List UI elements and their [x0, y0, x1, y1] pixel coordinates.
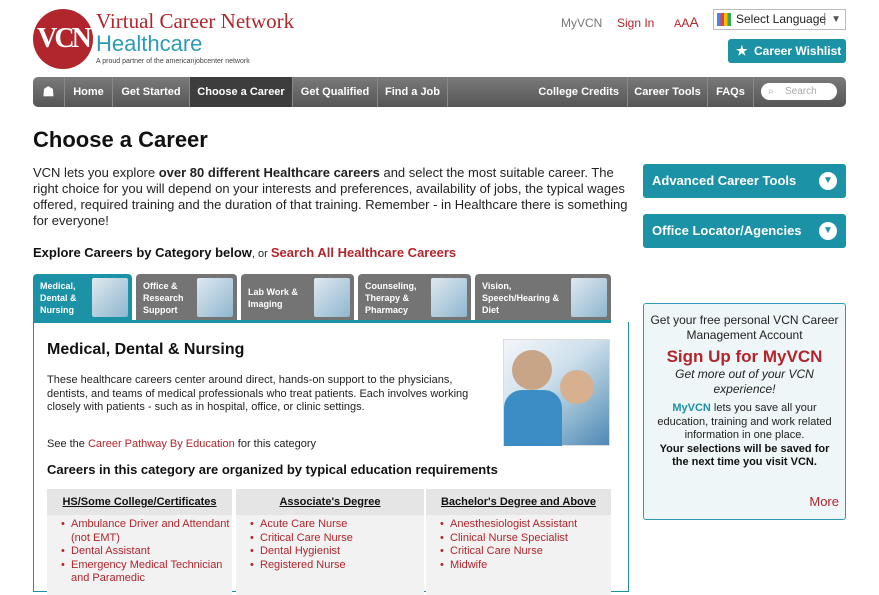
- nav-get-qualified[interactable]: Get Qualified: [293, 77, 378, 107]
- search-placeholder: Search: [785, 86, 817, 97]
- nav-get-started[interactable]: Get Started: [113, 77, 190, 107]
- career-link[interactable]: Critical Care Nurse: [440, 545, 611, 559]
- search-icon: ⌕: [768, 86, 774, 97]
- career-pathway-line: See the Career Pathway By Education for …: [47, 438, 316, 450]
- explore-line: Explore Careers by Category below, or Se…: [33, 245, 456, 260]
- office-locator-button[interactable]: Office Locator/Agencies ▼: [643, 214, 846, 248]
- tab-lab-work-imaging[interactable]: Lab Work & Imaging: [241, 274, 354, 322]
- tab-label: Lab Work & Imaging: [248, 287, 298, 309]
- tab-label: Medical, Dental & Nursing: [40, 281, 77, 315]
- career-list: Ambulance Driver and Attendant (not EMT)…: [47, 515, 232, 595]
- intro-bold: over 80 different Healthcare careers: [158, 165, 380, 180]
- nav-find-a-job[interactable]: Find a Job: [378, 77, 448, 107]
- office-locator-label: Office Locator/Agencies: [652, 223, 802, 238]
- tab-counseling-therapy-pharmacy[interactable]: Counseling, Therapy & Pharmacy: [358, 274, 471, 322]
- brand-healthcare[interactable]: Healthcare: [96, 31, 202, 57]
- photo-shape-1: [512, 350, 552, 390]
- career-link[interactable]: Midwife: [440, 559, 611, 573]
- myvcn-promo-box: Get your free personal VCN Career Manage…: [643, 303, 846, 520]
- career-pathway-link[interactable]: Career Pathway By Education: [88, 438, 235, 450]
- explore-or: , or: [251, 248, 271, 260]
- pathway-post: for this category: [234, 438, 317, 450]
- tab-medical-dental-nursing[interactable]: Medical, Dental & Nursing: [33, 274, 132, 322]
- promo-myvcn: MyVCN: [672, 402, 711, 414]
- education-column-associate: Associate's Degree Acute Care Nurse Crit…: [236, 489, 424, 595]
- language-select[interactable]: Select Language │ ▼: [713, 9, 846, 30]
- pathway-pre: See the: [47, 438, 88, 450]
- nav-career-tools[interactable]: Career Tools: [628, 77, 708, 107]
- search-input[interactable]: ⌕ Search: [761, 83, 837, 100]
- tab-office-research-support[interactable]: Office & Research Support: [136, 274, 237, 322]
- education-heading: Careers in this category are organized b…: [47, 462, 498, 477]
- chevron-down-icon: │ ▼: [822, 14, 841, 25]
- career-list: Anesthesiologist Assistant Clinical Nurs…: [426, 515, 611, 595]
- search-all-careers-link[interactable]: Search All Healthcare Careers: [271, 245, 456, 260]
- career-link[interactable]: Ambulance Driver and Attendant (not EMT): [61, 518, 232, 545]
- career-wishlist-label: Career Wishlist: [754, 44, 842, 58]
- education-column-hs: HS/Some College/Certificates Ambulance D…: [47, 489, 232, 595]
- career-link[interactable]: Registered Nurse: [250, 559, 424, 573]
- header: VCN Virtual Career Network Healthcare A …: [0, 0, 879, 76]
- career-link[interactable]: Dental Hygienist: [250, 545, 424, 559]
- column-header[interactable]: HS/Some College/Certificates: [47, 489, 232, 515]
- signup-myvcn-link[interactable]: Sign Up for MyVCN: [644, 347, 845, 367]
- chevron-down-icon: ▼: [819, 172, 837, 190]
- nurse-child-photo: [503, 339, 610, 446]
- nav-college-credits[interactable]: College Credits: [448, 77, 628, 107]
- career-list: Acute Care Nurse Critical Care Nurse Den…: [236, 515, 424, 595]
- chevron-down-icon: ▼: [819, 222, 837, 240]
- intro-pre: VCN lets you explore: [33, 165, 159, 180]
- promo-intro: Get your free personal VCN Career Manage…: [650, 313, 839, 342]
- vcn-logo[interactable]: VCN: [33, 9, 93, 69]
- tab-thumbnail-image: [571, 278, 607, 317]
- sign-in-link[interactable]: Sign In: [617, 16, 654, 30]
- nav-faqs[interactable]: FAQs: [708, 77, 754, 107]
- intro-text: VCN lets you explore over 80 different H…: [33, 165, 633, 229]
- explore-heading: Explore Careers by Category below: [33, 245, 252, 260]
- tab-thumbnail-image: [314, 278, 350, 317]
- promo-more-link[interactable]: More: [809, 494, 839, 509]
- tab-label: Vision, Speech/Hearing & Diet: [482, 281, 560, 315]
- promo-bold-note: Your selections will be saved for the ne…: [659, 442, 830, 469]
- text-size-controls[interactable]: AAA: [674, 14, 699, 30]
- page-title: Choose a Career: [33, 127, 208, 152]
- career-link[interactable]: Anesthesiologist Assistant: [440, 518, 611, 532]
- google-translate-icon: [717, 13, 731, 26]
- career-link[interactable]: Emergency Medical Technician and Paramed…: [61, 559, 232, 586]
- advanced-career-tools-button[interactable]: Advanced Career Tools ▼: [643, 164, 846, 198]
- star-icon: ★: [736, 43, 748, 58]
- advanced-career-tools-label: Advanced Career Tools: [652, 173, 797, 188]
- career-link[interactable]: Clinical Nurse Specialist: [440, 532, 611, 546]
- education-column-bachelor: Bachelor's Degree and Above Anesthesiolo…: [426, 489, 611, 595]
- text-size-large[interactable]: A: [689, 14, 698, 30]
- nav-home[interactable]: Home: [65, 77, 113, 107]
- tab-thumbnail-image: [197, 278, 233, 317]
- tab-thumbnail-image: [431, 278, 467, 317]
- tab-label: Counseling, Therapy & Pharmacy: [365, 281, 417, 315]
- category-description: These healthcare careers center around d…: [47, 374, 469, 413]
- nav-choose-a-career[interactable]: Choose a Career: [190, 77, 293, 107]
- myvcn-link[interactable]: MyVCN: [561, 16, 602, 30]
- career-link[interactable]: Critical Care Nurse: [250, 532, 424, 546]
- main-nav: ☗ Home Get Started Choose a Career Get Q…: [33, 77, 846, 107]
- promo-subtitle: Get more out of your VCN experience!: [675, 367, 814, 396]
- language-select-label: Select Language: [736, 12, 827, 26]
- career-link[interactable]: Acute Care Nurse: [250, 518, 424, 532]
- tab-thumbnail-image: [92, 278, 128, 317]
- column-header[interactable]: Bachelor's Degree and Above: [426, 489, 611, 515]
- column-header[interactable]: Associate's Degree: [236, 489, 424, 515]
- photo-shape-3: [560, 370, 594, 404]
- photo-shape-2: [504, 390, 562, 446]
- tab-label: Office & Research Support: [143, 281, 184, 315]
- nav-home-icon[interactable]: ☗: [33, 77, 65, 107]
- category-heading: Medical, Dental & Nursing: [47, 341, 245, 358]
- tab-vision-speech-hearing-diet[interactable]: Vision, Speech/Hearing & Diet: [475, 274, 611, 322]
- brand-tagline: A proud partner of the americanjobcenter…: [96, 58, 250, 65]
- career-wishlist-button[interactable]: ★ Career Wishlist: [728, 39, 846, 63]
- promo-body: MyVCN lets you save all your education, …: [644, 402, 845, 443]
- career-link[interactable]: Dental Assistant: [61, 545, 232, 559]
